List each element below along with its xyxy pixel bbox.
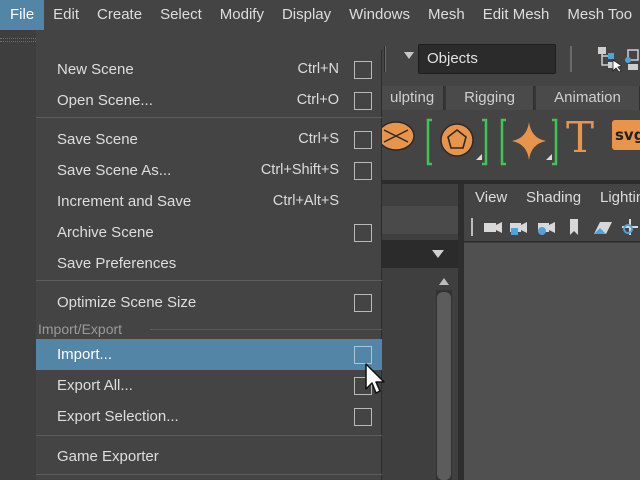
menu-file[interactable]: File [0, 0, 45, 30]
section-divider [150, 329, 382, 330]
menu-item-label: Export All... [57, 377, 133, 394]
menu-edit[interactable]: Edit [44, 0, 88, 30]
image-plane-icon[interactable] [592, 218, 614, 236]
tab-animation[interactable]: Animation [536, 86, 640, 110]
svg-icon-label: svg [615, 126, 640, 144]
outliner-header [380, 206, 458, 234]
sphere-icon[interactable] [382, 116, 422, 168]
menu-item-export-all[interactable]: Export All... [36, 370, 382, 401]
tab-rigging[interactable]: Rigging [446, 86, 534, 110]
toolbar-handle-icon [471, 218, 473, 236]
menu-item-label: Archive Scene [57, 224, 154, 241]
menu-item-shortcut: Ctrl+O [296, 92, 339, 108]
menu-mesh[interactable]: Mesh [419, 0, 474, 30]
menu-item-save-scene-as[interactable]: Save Scene As... Ctrl+Shift+S [36, 155, 382, 186]
scrollbar-thumb[interactable] [437, 292, 451, 480]
viewport-menu-view[interactable]: View [475, 184, 507, 212]
menu-item-save-preferences[interactable]: Save Preferences [36, 248, 382, 279]
menu-item-save-scene[interactable]: Save Scene Ctrl+S [36, 124, 382, 155]
menu-item-optimize-scene-size[interactable]: Optimize Scene Size [36, 287, 382, 318]
menu-divider [36, 435, 382, 436]
dropdown-arrow-icon[interactable] [432, 250, 444, 258]
mouse-cursor-icon [365, 363, 385, 394]
menu-item-new-scene[interactable]: New Scene Ctrl+N [36, 54, 382, 85]
option-box-icon[interactable] [354, 131, 372, 149]
option-box-icon[interactable] [354, 61, 372, 79]
menu-mesh-tools[interactable]: Mesh Too [558, 0, 640, 30]
3d-viewport[interactable] [464, 243, 640, 480]
camera-lock-icon[interactable] [508, 218, 530, 236]
sparkle-icon[interactable] [500, 116, 562, 168]
text-t-icon[interactable]: T [566, 112, 600, 164]
menu-divider [36, 117, 382, 118]
menu-item-label: New Scene [57, 61, 134, 78]
menu-item-shortcut: Ctrl+Alt+S [272, 193, 339, 209]
menu-item-shortcut: Ctrl+Shift+S [260, 162, 339, 178]
option-box-icon[interactable] [354, 224, 372, 242]
tear-off-handle[interactable] [0, 38, 36, 42]
menu-item-shortcut: Ctrl+N [297, 61, 340, 77]
menu-item-label: Export Selection... [57, 408, 179, 425]
select-hierarchy-icon[interactable] [596, 44, 622, 72]
file-menu: New Scene Ctrl+N Open Scene... Ctrl+O Sa… [36, 50, 382, 480]
menu-item-increment-and-save[interactable]: Increment and Save Ctrl+Alt+S [36, 186, 382, 217]
menu-item-import[interactable]: Import... [36, 339, 382, 370]
menu-item-shortcut: Ctrl+S [298, 131, 339, 147]
outliner-dropdown[interactable] [380, 240, 458, 268]
snap-icon[interactable] [624, 46, 640, 72]
menu-item-label: Game Exporter [57, 448, 159, 465]
bookmark-icon[interactable] [568, 218, 580, 236]
menu-item-label: Import... [57, 346, 113, 363]
menu-edit-mesh[interactable]: Edit Mesh [474, 0, 559, 30]
menu-item-label: Save Scene As... [57, 162, 172, 179]
menu-item-label: Optimize Scene Size [57, 294, 197, 311]
camera-attributes-icon[interactable] [536, 218, 558, 236]
menu-item-label: Increment and Save [57, 193, 192, 210]
scroll-up-icon[interactable] [439, 278, 449, 285]
menu-item-export-selection[interactable]: Export Selection... [36, 401, 382, 432]
camera-icon[interactable] [482, 218, 504, 236]
menu-item-open-scene[interactable]: Open Scene... Ctrl+O [36, 85, 382, 116]
menu-display[interactable]: Display [273, 0, 340, 30]
viewport-menu-lighting[interactable]: Lightin [600, 184, 640, 212]
tab-sculpting[interactable]: ulpting [380, 86, 444, 110]
soccer-ball-icon[interactable] [426, 116, 492, 168]
menu-item-label: Open Scene... [57, 92, 153, 109]
menu-select[interactable]: Select [151, 0, 211, 30]
chevron-down-icon[interactable] [404, 52, 414, 59]
menu-divider [36, 474, 382, 475]
option-box-icon[interactable] [354, 162, 372, 180]
toolbar-separator [384, 46, 386, 72]
menu-modify[interactable]: Modify [211, 0, 273, 30]
menu-windows[interactable]: Windows [340, 0, 419, 30]
svg-icon[interactable]: svg [612, 120, 640, 150]
menu-item-label: Save Scene [57, 131, 138, 148]
option-box-icon[interactable] [354, 294, 372, 312]
menu-item-label: Save Preferences [57, 255, 177, 272]
menu-create[interactable]: Create [88, 0, 151, 30]
selection-mode-field[interactable]: Objects [418, 44, 556, 74]
option-box-icon[interactable] [354, 92, 372, 110]
section-header-import-export: Import/Export [38, 321, 123, 337]
main-menubar: File Edit Create Select Modify Display W… [0, 0, 640, 30]
2d-pan-zoom-icon[interactable] [620, 218, 640, 236]
menu-item-game-exporter[interactable]: Game Exporter [36, 441, 382, 472]
toolbar-separator-2 [570, 46, 572, 72]
menu-item-archive-scene[interactable]: Archive Scene [36, 217, 382, 248]
menu-divider [36, 280, 382, 281]
viewport-menu-shading[interactable]: Shading [526, 184, 581, 212]
option-box-icon[interactable] [354, 408, 372, 426]
tool-box [0, 30, 36, 480]
